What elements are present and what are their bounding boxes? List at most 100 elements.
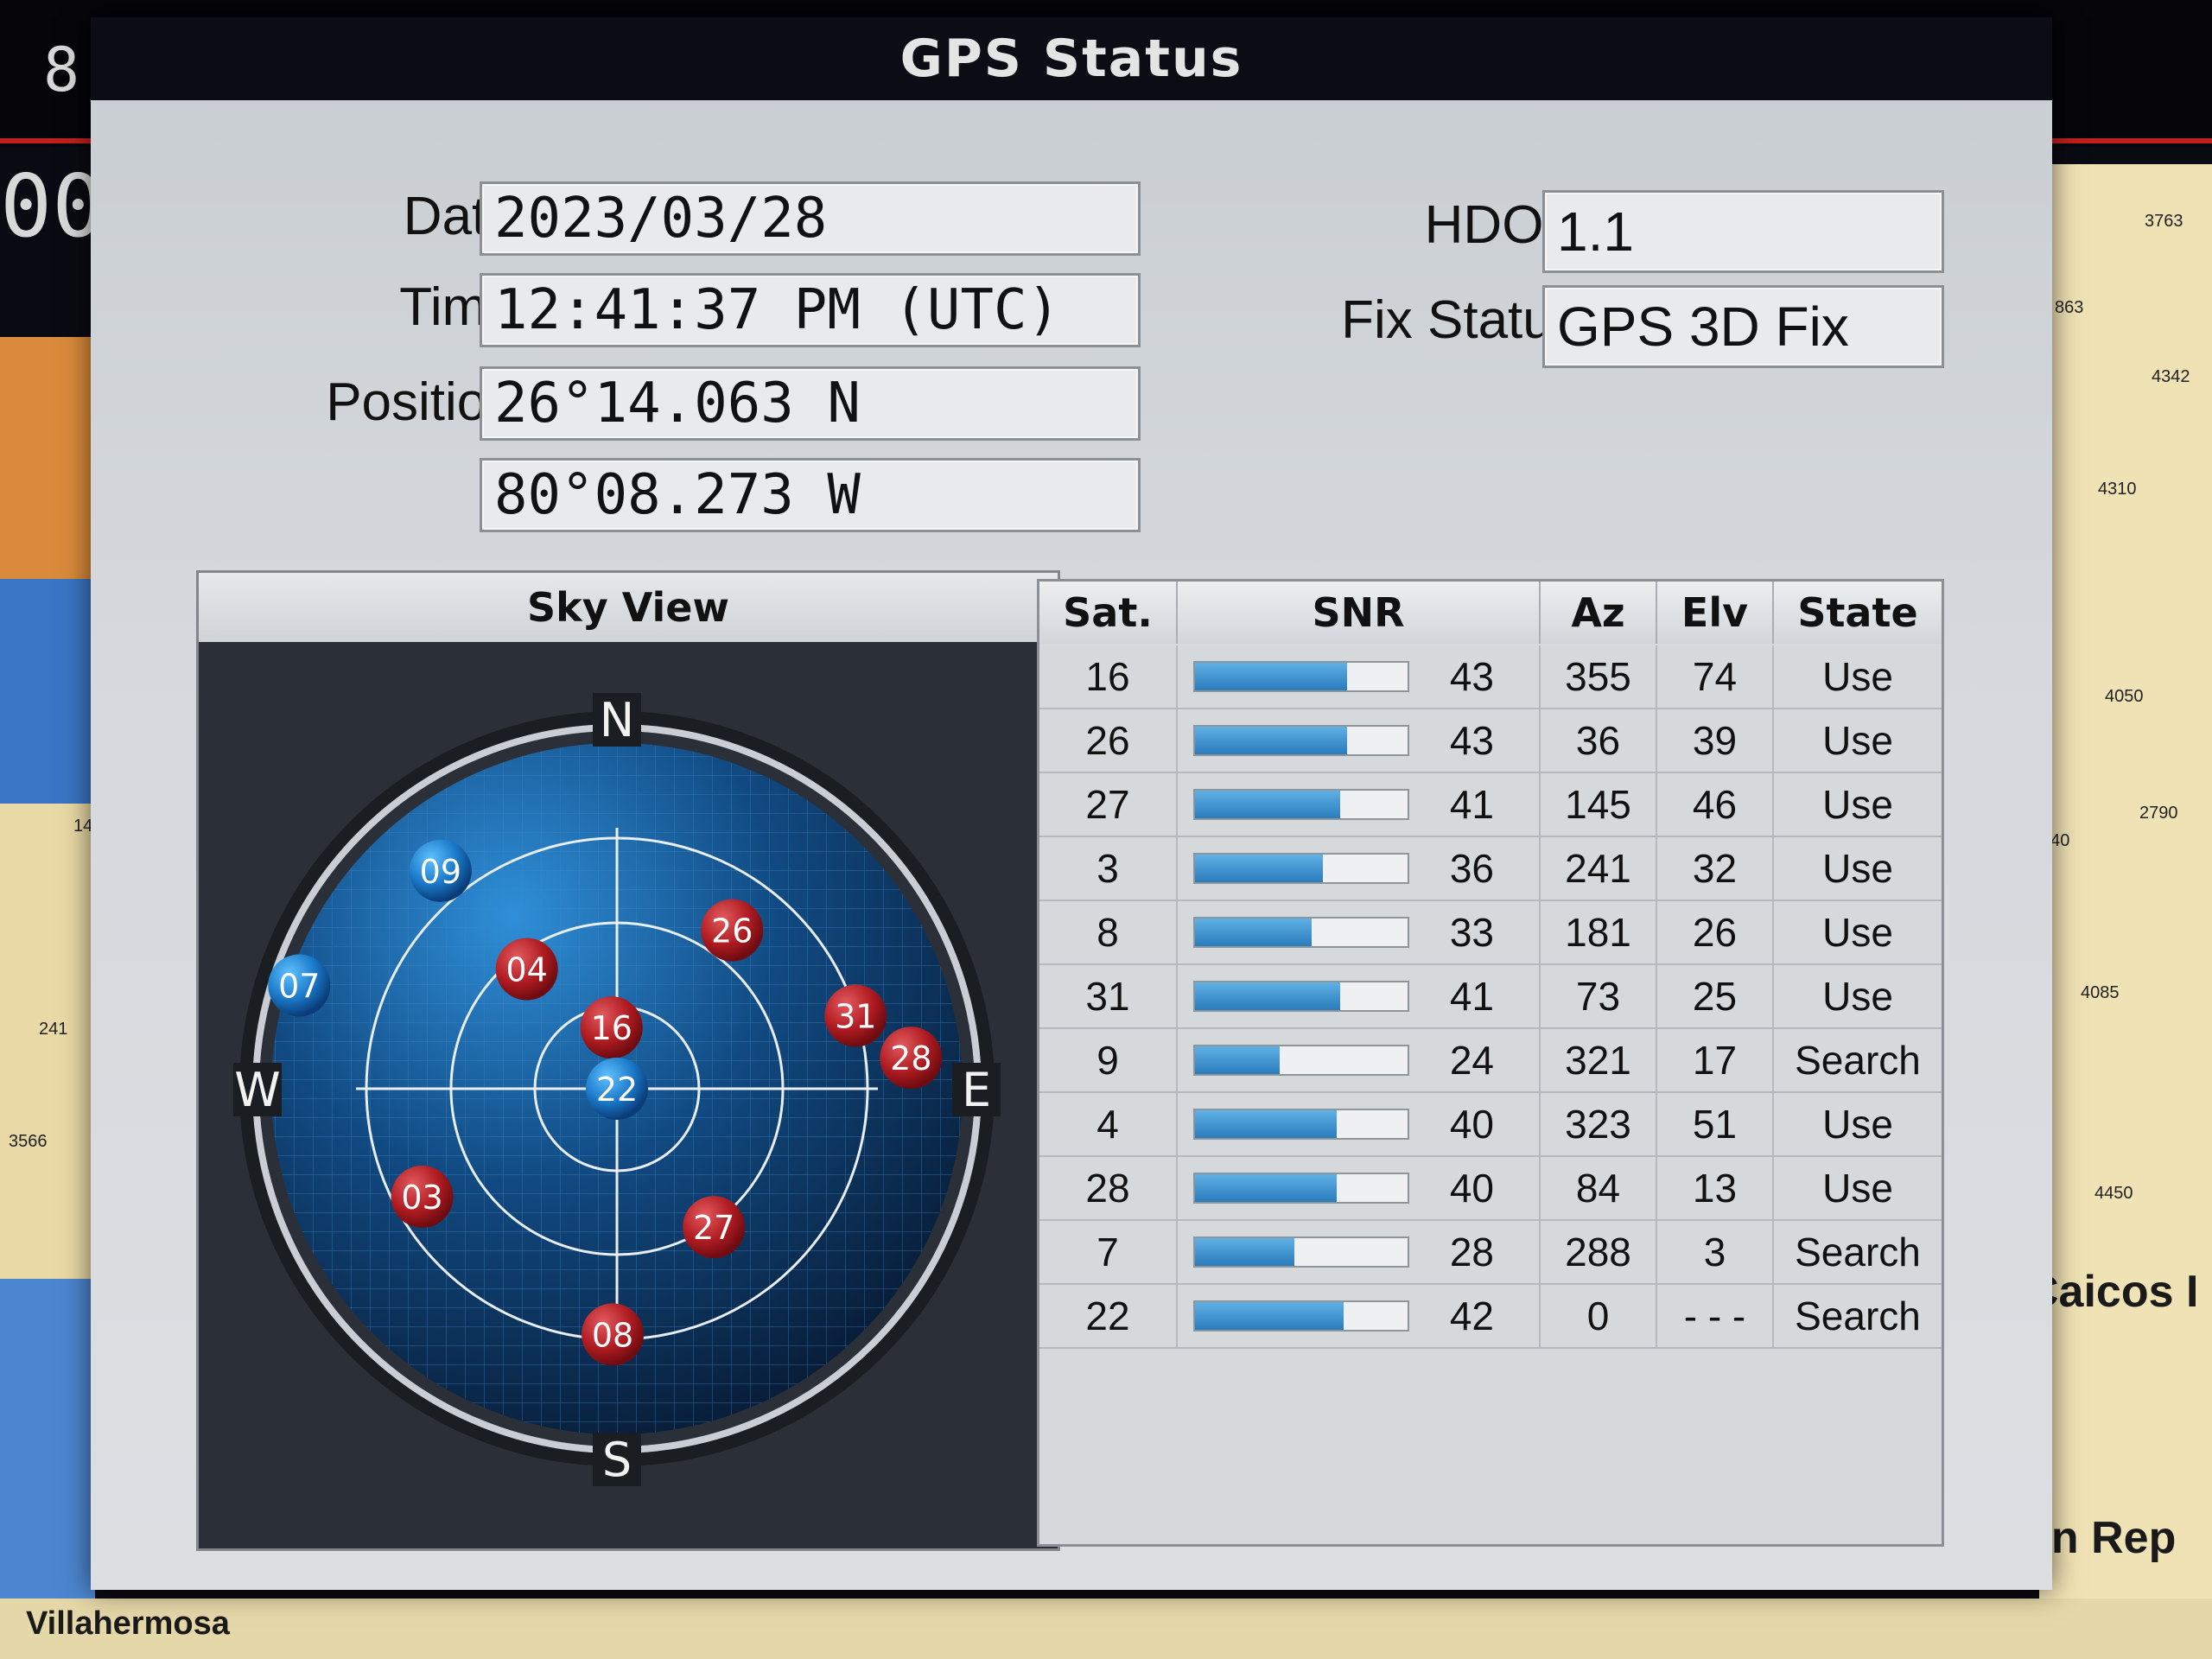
snr-value: 36 [1449,846,1494,891]
elv-cell: 51 [1657,1093,1774,1155]
depth-label: 4050 [2105,687,2144,706]
snr-value: 40 [1449,1102,1494,1147]
satellite-label: 28 [890,1039,931,1077]
snr-value: 28 [1449,1230,1494,1274]
depth-label: 3566 [9,1132,48,1151]
longitude-field: 80°08.273 W [480,458,1141,532]
satellite-label: 03 [401,1179,442,1217]
table-row: 3 36 241 32 Use [1039,837,1942,901]
sky-view-area: N S E W 09 07 26 04 31 28 16 22 03 27 08 [199,642,1058,1548]
az-cell: 36 [1541,709,1657,772]
background-place-villa: Villahermosa [26,1605,230,1642]
header-state: State [1774,582,1942,644]
snr-bar-fill [1195,982,1341,1010]
satellite-marker: 26 [701,899,764,962]
elv-cell: 25 [1657,965,1774,1027]
header-az: Az [1541,582,1657,644]
snr-cell: 40 [1178,1093,1541,1155]
snr-cell: 28 [1178,1221,1541,1283]
snr-bar-fill [1195,1046,1281,1074]
snr-bar [1193,1109,1409,1140]
snr-bar [1193,789,1409,820]
snr-bar-fill [1195,855,1323,882]
snr-bar [1193,917,1409,948]
az-cell: 355 [1541,645,1657,708]
satellite-marker: 07 [268,954,331,1017]
table-row: 16 43 355 74 Use [1039,645,1942,709]
sat-cell: 31 [1039,965,1178,1027]
snr-cell: 36 [1178,837,1541,899]
header-snr: SNR [1178,582,1541,644]
state-cell: Search [1795,1038,1921,1083]
az-cell: 241 [1541,837,1657,899]
header-sat: Sat. [1039,582,1178,644]
latitude-field: 26°14.063 N [480,366,1141,441]
state-cell: Use [1822,974,1893,1019]
compass-n: N [600,693,634,747]
snr-value: 24 [1449,1038,1494,1083]
state-cell: Use [1822,1102,1893,1147]
satellite-marker: 08 [582,1303,645,1366]
depth-label: 4342 [2152,367,2190,386]
snr-value: 33 [1449,910,1494,955]
snr-bar-fill [1195,1238,1294,1266]
background-map-right [2039,164,2212,1659]
snr-bar [1193,661,1409,692]
satellite-marker: 03 [391,1165,454,1228]
table-row: 8 33 181 26 Use [1039,901,1942,965]
satellite-marker: 28 [880,1027,943,1090]
satellite-label: 08 [592,1316,633,1354]
az-cell: 181 [1541,901,1657,963]
snr-cell: 24 [1178,1029,1541,1091]
snr-bar [1193,1045,1409,1076]
hdop-label: HDOP: [1424,195,1594,255]
sat-cell: 28 [1039,1157,1178,1219]
sat-cell: 27 [1039,773,1178,836]
state-cell: Search [1795,1230,1921,1274]
satellite-label: 27 [693,1209,734,1247]
background-digit-large: 00 [0,156,105,257]
depth-label: 3763 [2145,212,2183,231]
table-row: 7 28 288 3 Search [1039,1221,1942,1285]
hdop-field: 1.1 [1542,190,1944,273]
elv-cell: 39 [1657,709,1774,772]
table-row: 22 42 0- - - Search [1039,1285,1942,1349]
sat-cell: 4 [1039,1093,1178,1155]
snr-value: 40 [1449,1166,1494,1211]
satellite-marker: 09 [409,839,472,902]
snr-bar [1193,1173,1409,1204]
compass-s: S [602,1433,632,1487]
snr-bar-fill [1195,1302,1344,1330]
sat-cell: 7 [1039,1221,1178,1283]
date-label: Date: [403,187,531,246]
snr-value: 43 [1449,718,1494,763]
table-row: 9 24 321 17 Search [1039,1029,1942,1093]
state-cell: Use [1822,910,1893,955]
elv-cell: 74 [1657,645,1774,708]
state-cell: Use [1822,782,1893,827]
az-cell: 73 [1541,965,1657,1027]
snr-bar [1193,725,1409,756]
background-map-land [0,337,95,579]
az-cell: 288 [1541,1221,1657,1283]
background-digit: 8 [43,35,80,105]
snr-bar-fill [1195,1174,1337,1202]
gps-status-dialog: GPS Status Date: 2023/03/28 Time: 12:41:… [91,17,2052,1590]
compass-w: W [234,1063,280,1117]
snr-cell: 43 [1178,645,1541,708]
az-cell: 323 [1541,1093,1657,1155]
satellite-label: 07 [278,968,320,1006]
background-map-bottom [0,1599,2212,1659]
satellite-marker: 22 [586,1058,648,1120]
satellite-label: 22 [596,1071,638,1109]
sky-plot: N S E W 09 07 26 04 31 28 16 22 03 27 08 [233,693,1001,1487]
depth-label: 4310 [2098,480,2137,499]
snr-bar-fill [1195,918,1313,946]
az-cell: 321 [1541,1029,1657,1091]
sat-cell: 3 [1039,837,1178,899]
satellite-label: 16 [591,1009,632,1047]
az-cell: 145 [1541,773,1657,836]
az-cell: 0 [1541,1285,1657,1347]
snr-bar [1193,853,1409,884]
snr-value: 41 [1449,782,1494,827]
